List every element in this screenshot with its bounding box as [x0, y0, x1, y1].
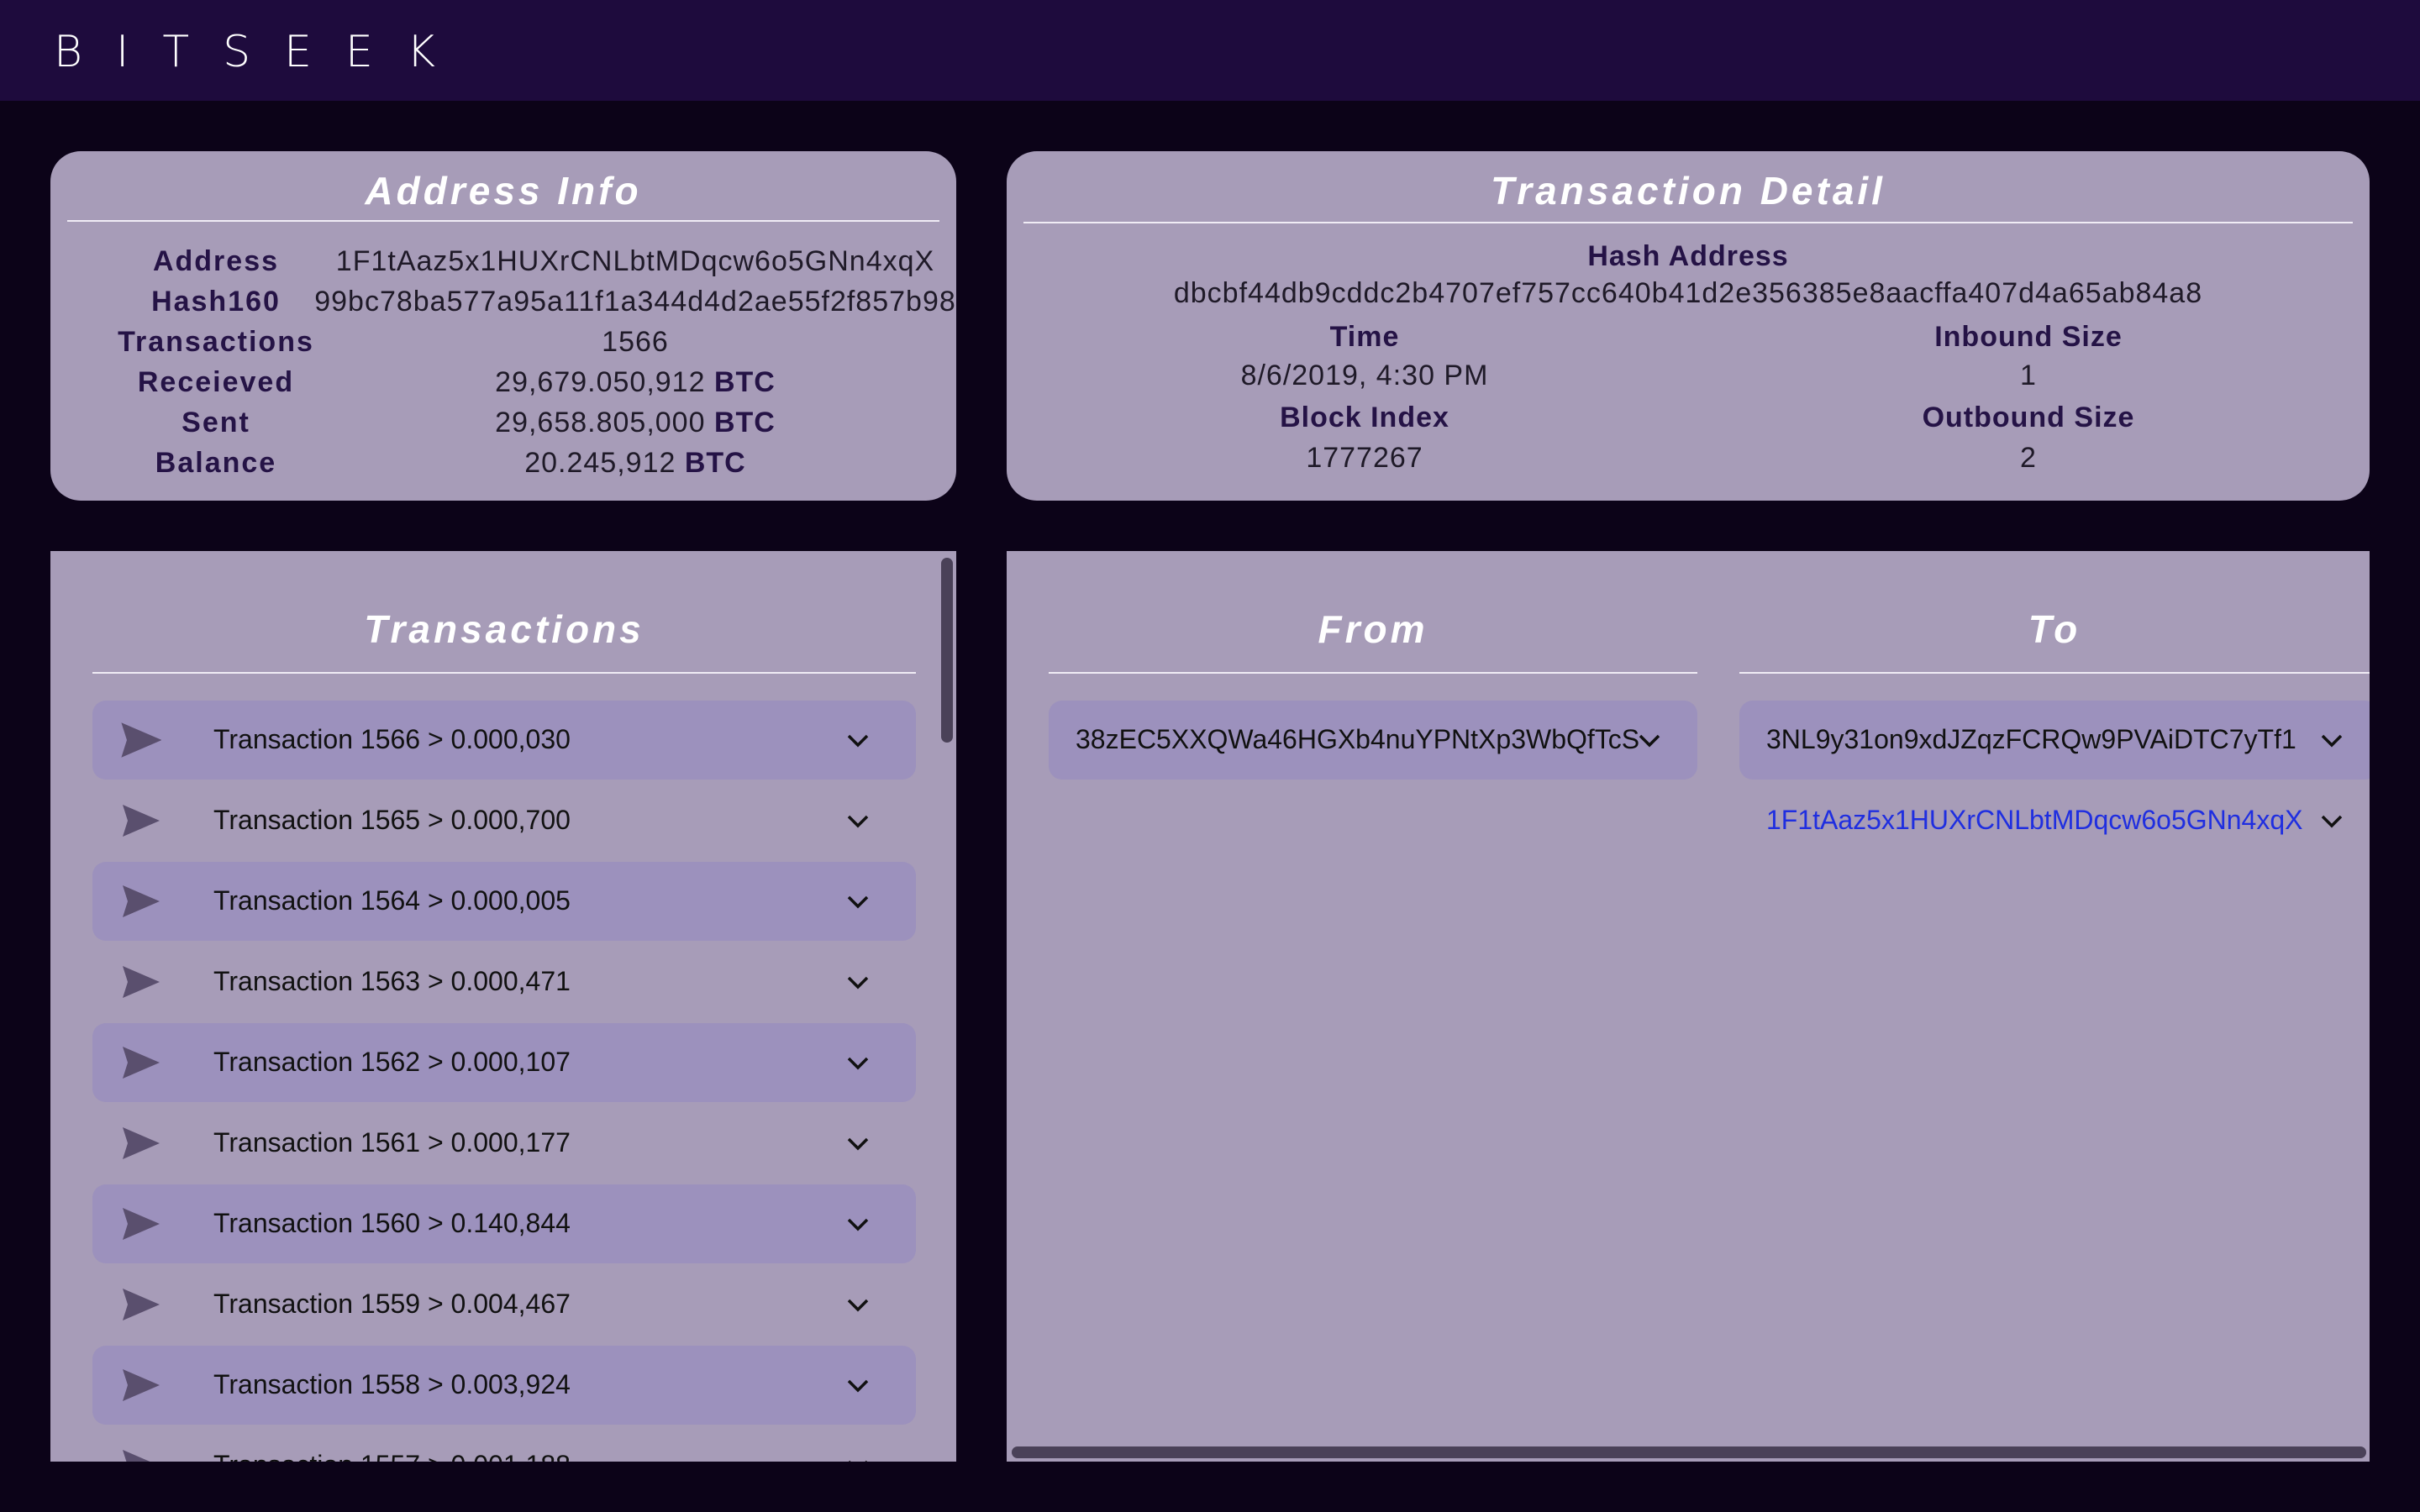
info-row-transactions: Transactions 1566: [50, 326, 956, 366]
hash-address-label: Hash Address: [1587, 240, 1789, 272]
block-index-label: Block Index: [1280, 402, 1449, 433]
to-address-item[interactable]: 3NL9y31on9xdJZqzFCRQw9PVAiDTC7yTf1: [1739, 701, 2370, 780]
chevron-down-icon[interactable]: [845, 1458, 871, 1462]
chevron-down-icon[interactable]: [845, 732, 871, 749]
vertical-scrollbar[interactable]: [941, 558, 953, 743]
divider: [67, 220, 939, 222]
divider: [1739, 672, 2370, 674]
transaction-item[interactable]: Transaction 1559 > 0.004,467: [92, 1265, 916, 1344]
send-icon: [123, 1369, 160, 1401]
inbound-size-value: 1: [2020, 360, 2037, 391]
chevron-down-icon[interactable]: [845, 1297, 871, 1314]
balance-value: 20.245,912 BTC: [524, 447, 746, 479]
divider: [92, 672, 916, 674]
outbound-size-label: Outbound Size: [1922, 402, 2135, 433]
send-icon: [123, 805, 160, 837]
transaction-label: Transaction 1561 > 0.000,177: [213, 1127, 571, 1158]
send-icon: [121, 722, 161, 758]
to-address-item[interactable]: 1F1tAaz5x1HUXrCNLbtMDqcw6o5GNn4xqX: [1739, 781, 2370, 860]
chevron-down-icon[interactable]: [1637, 732, 1662, 749]
to-address[interactable]: 3NL9y31on9xdJZqzFCRQw9PVAiDTC7yTf1: [1766, 724, 2296, 755]
transaction-label: Transaction 1563 > 0.000,471: [213, 966, 571, 996]
info-row-address: Address 1F1tAaz5x1HUXrCNLbtMDqcw6o5GNn4x…: [50, 245, 956, 286]
transactions-title: Transactions: [364, 607, 644, 651]
chevron-down-icon[interactable]: [2319, 813, 2344, 830]
chevron-down-icon[interactable]: [845, 1136, 871, 1152]
send-icon: [123, 1450, 150, 1462]
transaction-label: Transaction 1566 > 0.000,030: [213, 724, 571, 754]
chevron-down-icon[interactable]: [845, 894, 871, 911]
transactions-value: 1566: [602, 326, 669, 358]
transaction-detail-title: Transaction Detail: [1491, 169, 1886, 213]
time-label: Time: [1329, 321, 1400, 353]
from-address[interactable]: 38zEC5XXQWa46HGXb4nuYPNtXp3WbQfTcS: [1076, 724, 1639, 755]
hash-address-value: dbcbf44db9cddc2b4707ef757cc640b41d2e3563…: [1173, 277, 2203, 309]
chevron-down-icon[interactable]: [845, 974, 871, 991]
inbound-size-label: Inbound Size: [1934, 321, 2123, 353]
transaction-label: Transaction 1560 > 0.140,844: [213, 1208, 571, 1238]
transaction-label: Transaction 1557 > 0.001,188: [213, 1450, 571, 1462]
received-value: 29,679.050,912 BTC: [495, 366, 776, 398]
address-value: 1F1tAaz5x1HUXrCNLbtMDqcw6o5GNn4xqX: [335, 245, 935, 277]
transaction-label: Transaction 1564 > 0.000,005: [213, 885, 571, 916]
send-icon: [123, 1127, 160, 1159]
transaction-label: Transaction 1565 > 0.000,700: [213, 805, 571, 835]
from-to-panel[interactable]: From To 38zEC5XXQWa46HGXb4nuYPNtXp3WbQfT…: [1007, 551, 2370, 1462]
chevron-down-icon[interactable]: [845, 1216, 871, 1233]
transaction-item[interactable]: Transaction 1563 > 0.000,471: [92, 942, 916, 1021]
send-icon: [123, 885, 160, 917]
from-address-item[interactable]: 38zEC5XXQWa46HGXb4nuYPNtXp3WbQfTcS: [1049, 701, 1697, 780]
top-bar: BITSEEK: [0, 0, 2420, 101]
to-title: To: [2028, 607, 2081, 651]
address-info-title: Address Info: [365, 169, 642, 213]
from-title: From: [1318, 607, 1428, 651]
transaction-item[interactable]: Transaction 1564 > 0.000,005: [92, 862, 916, 941]
to-address-link[interactable]: 1F1tAaz5x1HUXrCNLbtMDqcw6o5GNn4xqX: [1766, 805, 2302, 836]
info-row-received: Receieved 29,679.050,912 BTC: [50, 366, 956, 407]
transaction-item[interactable]: Transaction 1565 > 0.000,700: [92, 781, 916, 860]
transaction-item[interactable]: Transaction 1558 > 0.003,924: [92, 1346, 916, 1425]
transaction-item[interactable]: Transaction 1566 > 0.000,030: [92, 701, 916, 780]
transaction-detail-card: Transaction Detail Hash Address dbcbf44d…: [1007, 151, 2370, 501]
send-icon: [123, 1208, 160, 1240]
block-index-value: 1777267: [1306, 442, 1423, 474]
chevron-down-icon[interactable]: [2319, 732, 2344, 749]
transaction-item[interactable]: Transaction 1557 > 0.001,188: [92, 1426, 916, 1462]
outbound-size-value: 2: [2020, 442, 2037, 474]
hash160-value: 99bc78ba577a95a11f1a344d4d2ae55f2f857b98: [314, 286, 956, 318]
sent-value: 29,658.805,000 BTC: [495, 407, 776, 438]
address-info-card: Address Info Address 1F1tAaz5x1HUXrCNLbt…: [50, 151, 956, 501]
transactions-panel[interactable]: Transactions Transaction 1566 > 0.000,03…: [50, 551, 956, 1462]
info-row-sent: Sent 29,658.805,000 BTC: [50, 407, 956, 447]
horizontal-scrollbar[interactable]: [1012, 1446, 2366, 1458]
info-row-balance: Balance 20.245,912 BTC: [50, 447, 956, 487]
transaction-label: Transaction 1558 > 0.003,924: [213, 1369, 571, 1399]
chevron-down-icon[interactable]: [845, 1378, 871, 1394]
send-icon: [123, 1047, 160, 1079]
send-icon: [123, 1289, 160, 1320]
transaction-item[interactable]: Transaction 1562 > 0.000,107: [92, 1023, 916, 1102]
transaction-label: Transaction 1562 > 0.000,107: [213, 1047, 571, 1077]
transaction-item[interactable]: Transaction 1561 > 0.000,177: [92, 1104, 916, 1183]
transaction-item[interactable]: Transaction 1560 > 0.140,844: [92, 1184, 916, 1263]
chevron-down-icon[interactable]: [845, 813, 871, 830]
divider: [1023, 222, 2353, 223]
brand-logo: BITSEEK: [54, 27, 469, 77]
send-icon: [123, 966, 160, 998]
transaction-label: Transaction 1559 > 0.004,467: [213, 1289, 571, 1319]
info-row-hash160: Hash160 99bc78ba577a95a11f1a344d4d2ae55f…: [50, 286, 956, 326]
time-value: 8/6/2019, 4:30 PM: [1240, 360, 1489, 391]
divider: [1049, 672, 1697, 674]
chevron-down-icon[interactable]: [845, 1055, 871, 1072]
